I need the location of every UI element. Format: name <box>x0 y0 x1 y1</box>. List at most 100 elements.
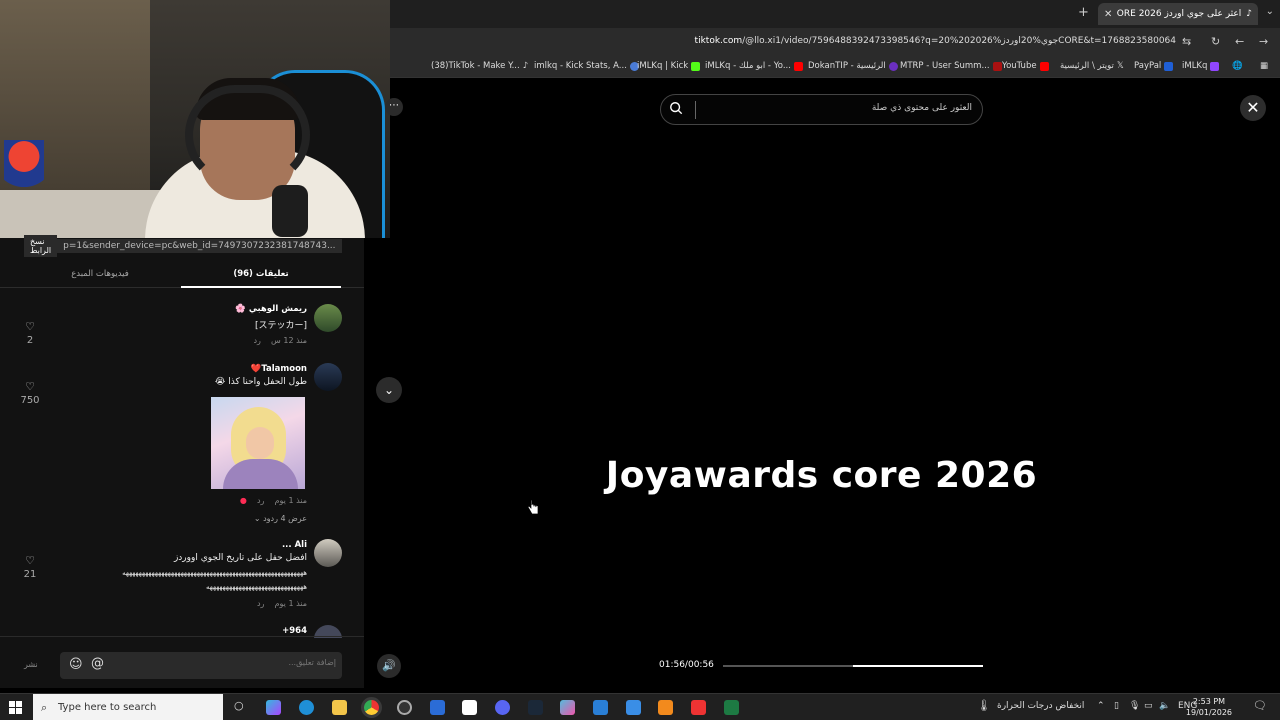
reply-button[interactable]: رد <box>253 336 260 345</box>
mention-icon[interactable]: @ <box>91 656 104 671</box>
chrome-icon[interactable] <box>364 700 379 715</box>
steam-icon[interactable] <box>528 700 543 715</box>
avatar[interactable] <box>314 304 342 332</box>
browser-tab[interactable]: ✕ اعثر على جوي اوردز 2026 CORE ♪ <box>1098 3 1258 25</box>
bookmark-0[interactable]: (38)TikTok - Make Y... ♪ <box>431 61 528 71</box>
active-tab-indicator <box>181 286 341 288</box>
forward-icon[interactable]: → <box>1259 35 1268 48</box>
edge-icon[interactable] <box>299 700 314 715</box>
comment-author[interactable]: Ali ... <box>282 540 307 550</box>
url-field[interactable]: tiktok.com/@llo.xi1/video/75964883924733… <box>695 36 1176 46</box>
screen: + ✕ اعثر على جوي اوردز 2026 CORE ♪ ⌄ tik… <box>0 0 1280 720</box>
kick-icon <box>691 61 701 71</box>
comment-author[interactable]: Talamoon❤️ <box>251 364 307 374</box>
like-button[interactable]: ♡ 2 <box>18 320 42 346</box>
system-clock[interactable]: 2:53 PM 19/01/2026 <box>1186 696 1232 718</box>
search-icon: ⌕ <box>41 701 48 714</box>
microphone-icon[interactable]: 🎙 <box>1129 701 1140 711</box>
tab-comments[interactable]: تعليقات (96) <box>181 269 341 279</box>
like-count: 2 <box>26 335 34 346</box>
copilot-icon[interactable] <box>266 700 281 715</box>
windows-start-icon[interactable] <box>9 701 23 715</box>
comment-text: افضل حفل على تاريخ الجوي اووردز <box>173 553 307 563</box>
bookmark-3[interactable]: iMLKq - ابو ملك - Yo... <box>705 61 803 71</box>
comment-author[interactable]: 964+ <box>282 626 307 636</box>
copy-link-button[interactable]: نسخ الرابط <box>24 235 58 257</box>
volume-icon[interactable]: 🔊 <box>377 654 401 678</box>
network-icon[interactable]: ▭ <box>1144 701 1153 711</box>
bookmark-6[interactable]: YouTube <box>1002 61 1049 71</box>
avatar[interactable] <box>314 363 342 391</box>
view-replies-button[interactable]: عرض 4 ردود ⌄ <box>254 514 307 523</box>
notification-icon[interactable]: 🗨 <box>1253 699 1267 712</box>
bookmark-9[interactable]: iMLKq <box>1182 61 1220 71</box>
bookmark-2[interactable]: iMLKq | Kick <box>637 61 701 71</box>
like-button[interactable]: ♡ 21 <box>18 554 42 580</box>
bookmark-5[interactable]: MTRP - User Summ... <box>900 61 1002 71</box>
weather-text[interactable]: انخفاض درجات الحرارة <box>997 701 1084 711</box>
bookmark-7[interactable]: تويتر \ الرئيسية 𝕏 <box>1060 61 1124 71</box>
chevron-down-icon[interactable]: ⌄ <box>1266 6 1274 17</box>
bookmark-1[interactable]: imlkq - Kick Stats, A... <box>534 61 639 71</box>
search-placeholder: العثور على محتوى ذي صلة <box>871 103 972 113</box>
apps-grid-icon[interactable]: ▦ <box>1260 61 1268 71</box>
bookmark-4[interactable]: DokanTIP - الرئيسية <box>808 61 898 71</box>
next-video-button[interactable]: ⌄ <box>376 377 402 403</box>
speaker-icon[interactable]: 🔈 <box>1159 701 1170 711</box>
more-options-icon[interactable]: ⋯ <box>385 98 403 116</box>
clock-time: 2:53 PM <box>1192 697 1226 706</box>
avatar[interactable] <box>314 539 342 567</box>
windows-taskbar: ⌕ Type here to search ○ 🌡 انخفاض درجات ا… <box>0 693 1280 720</box>
comment-item: Talamoon❤️ طول الحفل واحنا كذا 😭 منذ 1 ي… <box>0 362 364 532</box>
video-player[interactable]: العثور على محتوى ذي صلة Joyawards core 2… <box>407 80 1236 688</box>
app-icon[interactable] <box>691 700 706 715</box>
hand-cursor-icon <box>527 499 539 515</box>
show-hidden-icons[interactable]: ⌃ <box>1097 701 1105 711</box>
app-icon[interactable] <box>593 700 608 715</box>
progress-track[interactable] <box>723 665 983 667</box>
close-icon[interactable]: ✕ <box>1104 9 1112 20</box>
capcut-icon[interactable] <box>462 700 477 715</box>
reload-icon[interactable]: ↻ <box>1211 35 1220 48</box>
globe-icon[interactable]: 🌐 <box>1232 61 1243 71</box>
webcam-overlay <box>0 0 390 238</box>
comment-text-line2: هههههههههههههههههههههههههههههههههههههههه… <box>122 569 308 577</box>
comment-input[interactable] <box>136 658 336 667</box>
battery-icon[interactable]: ▯ <box>1114 701 1119 711</box>
post-button[interactable]: نشر <box>24 660 38 669</box>
tab-creator-videos[interactable]: فيديوهات المبدع <box>20 269 180 279</box>
reply-button[interactable]: رد <box>257 599 264 608</box>
thermometer-icon[interactable]: 🌡 <box>977 699 991 712</box>
tab-title: اعثر على جوي اوردز 2026 CORE <box>1117 9 1242 19</box>
reply-button[interactable]: رد <box>257 496 264 505</box>
back-icon[interactable]: ← <box>1235 35 1244 48</box>
taskbar-search[interactable]: ⌕ Type here to search <box>33 694 223 720</box>
app-icon[interactable] <box>658 700 673 715</box>
tiktok-icon: ♪ <box>522 61 529 71</box>
file-explorer-icon[interactable] <box>332 700 347 715</box>
comment-meta: منذ 12 س رد <box>253 336 307 345</box>
related-search-bar[interactable]: العثور على محتوى ذي صلة <box>660 94 983 125</box>
bookmark-8[interactable]: PayPal <box>1134 61 1174 71</box>
new-tab-button[interactable]: + <box>1078 5 1089 20</box>
site-settings-icon[interactable]: ⇆ <box>1182 35 1191 48</box>
discord-icon[interactable] <box>495 700 510 715</box>
close-icon[interactable]: ✕ <box>1240 95 1266 121</box>
search-icon[interactable] <box>669 101 683 115</box>
app-icon[interactable] <box>626 700 641 715</box>
comment-sticker-image[interactable] <box>211 397 305 489</box>
heart-icon: ♡ <box>25 380 35 393</box>
youtube-icon <box>1039 61 1049 71</box>
mail-icon[interactable] <box>430 700 445 715</box>
comment-tabs: تعليقات (96) فيديوهات المبدع <box>0 262 364 288</box>
excel-icon[interactable] <box>724 700 739 715</box>
like-button[interactable]: ♡ 750 <box>18 380 42 406</box>
browser-tab-bar: + ✕ اعثر على جوي اوردز 2026 CORE ♪ ⌄ <box>390 0 1280 28</box>
comment-author[interactable]: ريمش الوهبي 🌸 <box>235 304 307 314</box>
obs-icon[interactable] <box>397 700 412 715</box>
task-view-icon[interactable]: ○ <box>234 699 244 712</box>
emoji-icon[interactable]: ☺ <box>69 657 83 672</box>
m365-icon[interactable] <box>560 700 575 715</box>
url-domain: tiktok.com <box>694 36 743 46</box>
bookmarks-bar: (38)TikTok - Make Y... ♪ imlkq - Kick Sta… <box>390 56 1280 78</box>
